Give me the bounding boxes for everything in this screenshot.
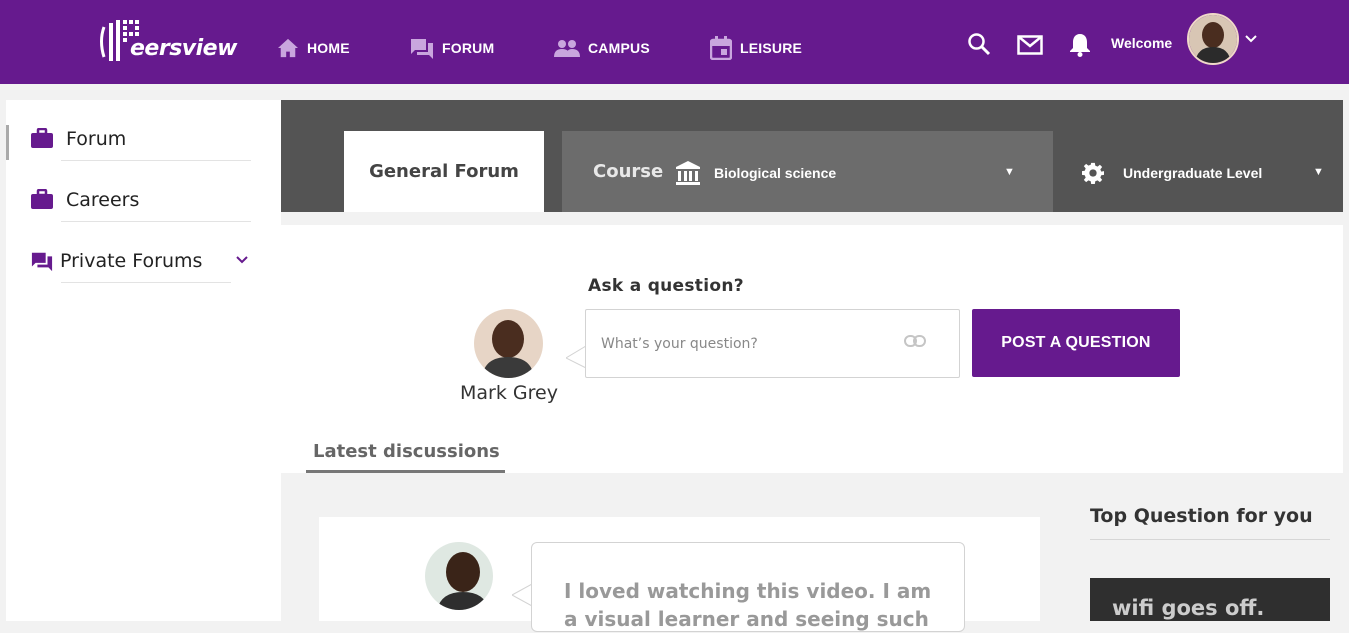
level-selector[interactable]: Undergraduate Level ▼ xyxy=(1053,131,1343,212)
bell-icon[interactable] xyxy=(1069,33,1091,57)
discussion-avatar[interactable] xyxy=(425,542,493,610)
active-indicator xyxy=(6,125,9,160)
sidebar: Forum Careers Private Forums xyxy=(6,100,281,621)
user-name: Mark Grey xyxy=(460,382,558,404)
speech-tail xyxy=(512,584,533,606)
home-icon xyxy=(278,38,298,58)
top-question-title: Top Question for you xyxy=(1090,505,1313,527)
briefcase-icon xyxy=(31,189,53,209)
sidebar-item-forum[interactable]: Forum xyxy=(6,100,281,161)
sidebar-item-label: Forum xyxy=(66,128,127,150)
user-avatar[interactable] xyxy=(1187,13,1239,65)
top-navbar: eersview HOME FORUM CAMPUS LEISURE Welco… xyxy=(0,0,1349,84)
ask-title: Ask a question? xyxy=(588,276,744,296)
peersview-logo[interactable]: eersview xyxy=(98,16,237,66)
caret-down-icon: ▼ xyxy=(1313,166,1324,178)
question-input[interactable] xyxy=(586,310,911,377)
avatar-image xyxy=(1189,15,1237,63)
speech-tail xyxy=(566,346,587,368)
institution-icon xyxy=(676,161,700,185)
discussion-text: I loved watching this video. I am a visu… xyxy=(564,579,932,631)
question-input-box xyxy=(585,309,960,378)
forum-icon xyxy=(411,39,433,59)
chevron-down-icon[interactable] xyxy=(1244,32,1258,46)
nav-home[interactable]: HOME xyxy=(277,34,350,62)
calendar-icon xyxy=(710,36,732,60)
logo-mark-icon xyxy=(100,20,139,61)
course-value: Biological science xyxy=(714,165,837,181)
nav-home-label: HOME xyxy=(307,40,350,56)
sidebar-item-careers[interactable]: Careers xyxy=(6,161,281,222)
discussion-bubble[interactable]: I loved watching this video. I am a visu… xyxy=(531,542,965,632)
tab-general-forum[interactable]: General Forum xyxy=(344,131,544,212)
avatar-image xyxy=(425,542,493,610)
forum-icon xyxy=(31,252,53,272)
link-icon[interactable] xyxy=(904,334,926,348)
nav-campus-label: CAMPUS xyxy=(588,40,650,56)
divider xyxy=(1090,539,1330,540)
search-icon[interactable] xyxy=(967,32,991,56)
video-caption: wifi goes off. xyxy=(1112,596,1265,620)
level-value: Undergraduate Level xyxy=(1123,165,1263,181)
campus-icon xyxy=(554,40,580,57)
divider xyxy=(61,282,231,283)
gear-icon xyxy=(1082,162,1104,184)
caret-down-icon: ▼ xyxy=(1004,166,1015,178)
nav-campus[interactable]: CAMPUS xyxy=(554,34,650,62)
briefcase-icon xyxy=(31,128,53,148)
video-thumbnail[interactable]: wifi goes off. xyxy=(1090,578,1330,621)
sidebar-item-label: Private Forums xyxy=(60,250,203,272)
logo-text: eersview xyxy=(130,35,237,61)
post-question-button[interactable]: POST A QUESTION xyxy=(972,309,1180,377)
course-label: Course xyxy=(593,161,664,182)
nav-leisure[interactable]: LEISURE xyxy=(710,34,802,62)
nav-forum[interactable]: FORUM xyxy=(410,34,494,62)
mail-icon[interactable] xyxy=(1017,35,1043,55)
nav-leisure-label: LEISURE xyxy=(740,40,803,56)
sidebar-item-label: Careers xyxy=(66,189,140,211)
user-avatar[interactable] xyxy=(474,309,543,378)
nav-forum-label: FORUM xyxy=(442,40,495,56)
course-selector[interactable]: Course Biological science ▼ xyxy=(562,131,1053,212)
tab-latest-discussions[interactable]: Latest discussions xyxy=(306,436,505,473)
avatar-image xyxy=(474,309,543,378)
welcome-text: Welcome xyxy=(1111,35,1173,51)
sidebar-item-private-forums[interactable]: Private Forums xyxy=(6,222,281,283)
chevron-down-icon[interactable] xyxy=(235,254,249,266)
